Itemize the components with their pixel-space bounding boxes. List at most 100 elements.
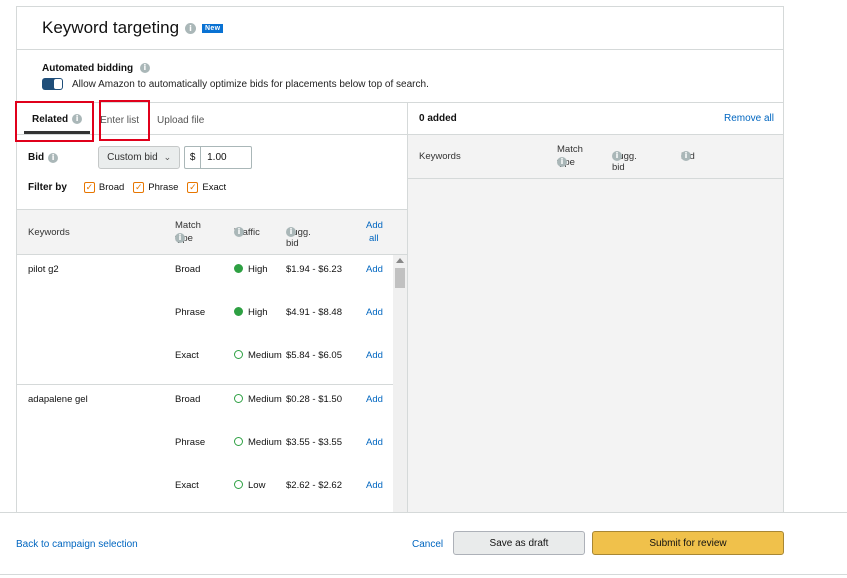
panel-header: Keyword targeting i New <box>17 7 783 50</box>
traffic-low-icon <box>234 480 243 489</box>
add-all-link-2[interactable]: all <box>369 233 379 244</box>
added-keywords-pane: 0 added Remove all Keywords Match type i… <box>408 102 783 512</box>
page-title: Keyword targeting <box>42 18 180 37</box>
info-icon[interactable]: i <box>612 151 622 161</box>
traffic-level: Medium <box>248 437 282 448</box>
info-icon[interactable]: i <box>286 227 296 237</box>
save-as-draft-button[interactable]: Save as draft <box>453 531 585 555</box>
added-keywords-header: 0 added Remove all <box>408 103 783 135</box>
info-icon[interactable]: i <box>234 227 244 237</box>
match-type: Broad <box>175 264 201 275</box>
keyword-targeting-panel: Keyword targeting i New Automated biddin… <box>16 6 784 512</box>
match-type: Broad <box>175 394 201 405</box>
traffic-high-icon <box>234 307 243 316</box>
bid-amount-input[interactable]: $ 1.00 <box>184 146 253 169</box>
added-keywords-empty-area <box>408 179 783 512</box>
suggested-bid: $1.94 - $6.23 <box>286 264 342 275</box>
filter-exact-checkbox[interactable]: ✓ Exact <box>187 182 226 193</box>
info-icon[interactable]: i <box>175 233 185 243</box>
suggested-bid: $2.62 - $2.62 <box>286 480 342 491</box>
automated-bidding-title: Automated bidding <box>42 63 134 74</box>
add-button[interactable]: Add <box>366 264 383 275</box>
automated-bidding-section: Automated bidding i Allow Amazon to auto… <box>42 63 429 90</box>
bid-amount-value: 1.00 <box>207 152 227 163</box>
add-all-link-1[interactable]: Add <box>366 220 383 231</box>
traffic-level: High <box>248 264 268 275</box>
chevron-down-icon: ⌄ <box>163 152 172 162</box>
tab-label: Related <box>32 114 69 125</box>
add-button[interactable]: Add <box>366 480 383 491</box>
traffic-high-icon <box>234 264 243 273</box>
filter-option-label: Broad <box>98 182 125 193</box>
table-row: Broad Medium $0.28 - $1.50 Add <box>17 394 392 414</box>
submit-for-review-button[interactable]: Submit for review <box>592 531 784 555</box>
info-icon[interactable]: i <box>185 22 197 34</box>
bid-settings: Bid i Custom bid ⌄ $ 1.00 Filter by ✓ Bro… <box>17 135 407 210</box>
filter-broad-checkbox[interactable]: ✓ Broad <box>83 182 125 193</box>
column-keywords: Keywords <box>419 151 461 162</box>
added-count: 0 added <box>419 113 457 124</box>
bottom-divider <box>0 574 847 575</box>
traffic-level: Low <box>248 480 266 491</box>
add-button[interactable]: Add <box>366 307 383 318</box>
automated-bidding-toggle[interactable] <box>42 78 63 90</box>
add-button[interactable]: Add <box>366 394 383 405</box>
info-icon[interactable]: i <box>139 63 150 74</box>
automated-bidding-description: Allow Amazon to automatically optimize b… <box>72 78 429 90</box>
tab-label: Enter list <box>100 115 140 126</box>
table-row: Phrase Medium $3.55 - $3.55 Add <box>17 437 392 457</box>
match-type: Phrase <box>175 437 206 448</box>
bid-type-select[interactable]: Custom bid ⌄ <box>98 146 181 169</box>
tab-upload-file[interactable]: Upload file <box>149 115 212 134</box>
cancel-link[interactable]: Cancel <box>412 539 443 550</box>
match-type: Exact <box>175 480 199 491</box>
suggested-bid: $5.84 - $6.05 <box>286 350 342 361</box>
keyword-source-tabs: Related i Enter list Upload file <box>17 103 407 135</box>
traffic-level: Medium <box>248 350 282 361</box>
match-type: Exact <box>175 350 199 361</box>
scrollbar-thumb[interactable] <box>395 268 405 288</box>
scroll-up-icon[interactable] <box>396 258 404 263</box>
filter-option-label: Exact <box>202 182 227 193</box>
info-icon[interactable]: i <box>72 114 83 125</box>
bid-label: Bid <box>28 152 45 163</box>
traffic-level: High <box>248 307 268 318</box>
keyword-group: adapalene gel Broad Medium $0.28 - $1.50… <box>17 385 407 512</box>
tab-enter-list[interactable]: Enter list <box>92 115 147 134</box>
check-icon: ✓ <box>133 182 145 193</box>
keyword-group: pilot g2 Broad High $1.94 - $6.23 Add Ph… <box>17 255 407 385</box>
tab-related[interactable]: Related i <box>24 114 91 134</box>
suggested-bid: $0.28 - $1.50 <box>286 394 342 405</box>
add-button[interactable]: Add <box>366 437 383 448</box>
keyword-table-body: pilot g2 Broad High $1.94 - $6.23 Add Ph… <box>17 255 407 512</box>
match-type: Phrase <box>175 307 206 318</box>
info-icon[interactable]: i <box>48 152 59 163</box>
table-scrollbar[interactable] <box>393 255 407 512</box>
filter-phrase-checkbox[interactable]: ✓ Phrase <box>133 182 178 193</box>
table-row: Exact Low $2.62 - $2.62 Add <box>17 480 392 500</box>
added-table-header: Keywords Match type i Sugg. bid i Bid i <box>408 135 783 179</box>
filter-option-label: Phrase <box>148 182 179 193</box>
traffic-level: Medium <box>248 394 282 405</box>
filter-label: Filter by <box>28 182 67 193</box>
suggested-bid: $3.55 - $3.55 <box>286 437 342 448</box>
currency-symbol: $ <box>185 147 202 168</box>
remove-all-link[interactable]: Remove all <box>724 113 774 124</box>
tab-label: Upload file <box>157 115 205 126</box>
info-icon[interactable]: i <box>681 151 691 161</box>
bid-type-value: Custom bid <box>107 152 158 163</box>
table-row: Broad High $1.94 - $6.23 Add <box>17 264 392 284</box>
traffic-medium-icon <box>234 437 243 446</box>
info-icon[interactable]: i <box>557 157 567 167</box>
keyword-suggestions-pane: Related i Enter list Upload file Bid i Cu… <box>17 102 408 512</box>
table-row: Exact Medium $5.84 - $6.05 Add <box>17 350 392 370</box>
table-row: Phrase High $4.91 - $8.48 Add <box>17 307 392 327</box>
table-header: Keywords Match type i Traffic i Sugg. bi… <box>17 210 407 255</box>
traffic-medium-icon <box>234 350 243 359</box>
footer-bar: Back to campaign selection Cancel Save a… <box>0 512 847 574</box>
column-match-type-1: Match <box>557 144 583 155</box>
add-button[interactable]: Add <box>366 350 383 361</box>
traffic-medium-icon <box>234 394 243 403</box>
column-keywords: Keywords <box>28 227 70 238</box>
back-to-campaign-selection-link[interactable]: Back to campaign selection <box>16 539 138 550</box>
